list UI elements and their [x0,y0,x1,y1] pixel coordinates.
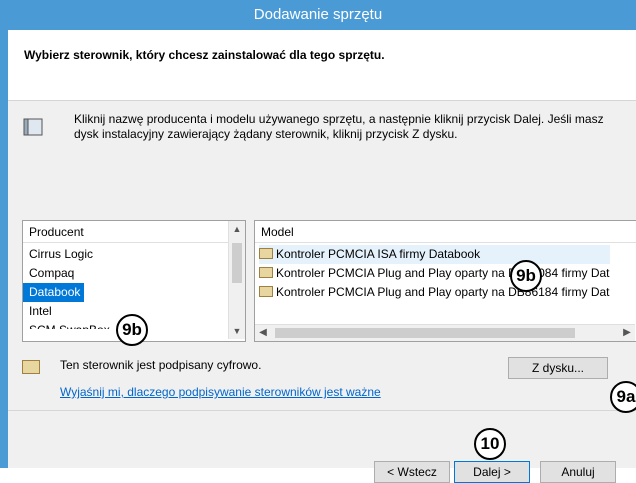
divider [8,410,636,411]
driver-icon [259,286,273,298]
info-text: Kliknij nazwę producenta i modelu używan… [74,112,604,141]
callout-10: 10 [474,428,506,460]
add-hardware-window: Dodawanie sprzętu Wybierz sterownik, któ… [0,0,636,483]
hardware-icon [23,118,43,136]
model-list[interactable]: Model Kontroler PCMCIA ISA firmy Databoo… [254,220,636,342]
model-header: Model [255,221,636,243]
list-item[interactable]: SCM SwapBox [23,321,110,329]
window-title: Dodawanie sprzętu [0,0,636,30]
list-item[interactable]: Cirrus Logic [23,245,110,264]
model-label: Kontroler PCMCIA Plug and Play oparty na… [276,285,610,299]
callout-9b: 9b [510,260,542,292]
list-item[interactable]: Kontroler PCMCIA Plug and Play oparty na… [259,264,610,283]
scroll-left-icon[interactable]: ◀ [255,325,271,341]
signing-info-link[interactable]: Wyjaśnij mi, dlaczego podpisywanie stero… [60,385,381,399]
list-item[interactable]: Intel [23,302,110,321]
scroll-right-icon[interactable]: ▶ [619,325,635,341]
have-disk-button[interactable]: Z dysku... [508,357,608,379]
scroll-thumb[interactable] [232,243,242,283]
driver-icon [259,267,273,279]
manufacturer-scrollbar[interactable]: ▲ ▼ [228,221,245,339]
callout-9b: 9b [116,314,148,346]
list-item[interactable]: Compaq [23,264,110,283]
driver-icon [259,248,273,260]
model-hscrollbar[interactable]: ◀ ▶ [255,324,635,341]
certificate-icon [22,360,40,374]
list-item-selected[interactable]: Databook [23,283,85,302]
model-label: Kontroler PCMCIA Plug and Play oparty na… [276,266,610,280]
scroll-thumb[interactable] [275,328,575,338]
header-band: Wybierz sterownik, który chcesz zainstal… [8,30,636,101]
scroll-down-icon[interactable]: ▼ [229,323,245,339]
signature-text: Ten sterownik jest podpisany cyfrowo. [60,358,262,372]
model-label: Kontroler PCMCIA ISA firmy Databook [276,247,481,261]
manufacturer-header: Producent [23,221,245,243]
cancel-button[interactable]: Anuluj [540,461,616,483]
scroll-up-icon[interactable]: ▲ [229,221,245,237]
page-title: Wybierz sterownik, który chcesz zainstal… [24,48,385,62]
list-item[interactable]: Kontroler PCMCIA Plug and Play oparty na… [259,283,610,302]
list-item[interactable]: Kontroler PCMCIA ISA firmy Databook [259,245,610,264]
next-button[interactable]: Dalej > [454,461,530,483]
dialog-client: Wybierz sterownik, który chcesz zainstal… [8,30,636,483]
info-section: Kliknij nazwę producenta i modelu używan… [22,112,622,152]
back-button[interactable]: < Wstecz [374,461,450,483]
callout-9a: 9a [610,381,636,413]
